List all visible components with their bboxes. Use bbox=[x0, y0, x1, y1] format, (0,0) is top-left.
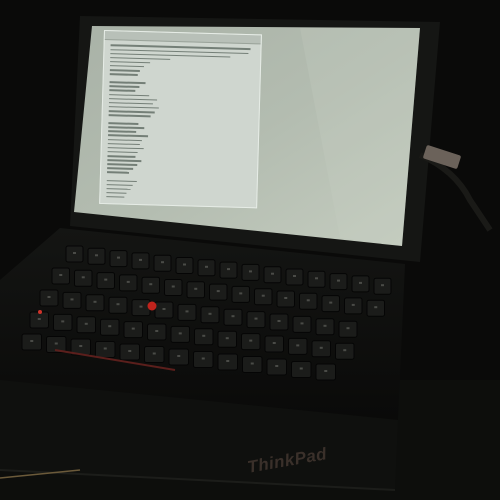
key-legend-mark bbox=[271, 272, 274, 275]
key-legend-mark bbox=[81, 276, 85, 279]
key-legend-mark bbox=[315, 277, 318, 280]
key-legend-mark bbox=[37, 318, 41, 320]
key-legend-mark bbox=[54, 342, 58, 345]
key-legend-mark bbox=[103, 347, 107, 350]
text-line-ink bbox=[107, 171, 130, 174]
text-line-ink bbox=[109, 69, 140, 72]
key-legend-mark bbox=[59, 274, 63, 276]
key-legend-mark bbox=[225, 337, 229, 340]
key-legend-mark bbox=[249, 270, 252, 273]
key-legend-mark bbox=[381, 284, 384, 287]
text-line-ink bbox=[108, 114, 151, 117]
key-legend-mark bbox=[183, 263, 186, 266]
key-legend-mark bbox=[346, 327, 350, 330]
key-legend-mark bbox=[337, 279, 340, 282]
key-legend-mark bbox=[343, 349, 347, 352]
key-legend-mark bbox=[284, 297, 288, 299]
key-legend-mark bbox=[177, 355, 181, 357]
key-legend-mark bbox=[261, 294, 265, 297]
key-legend-mark bbox=[161, 261, 164, 264]
key-legend-mark bbox=[277, 320, 281, 322]
key-legend-mark bbox=[208, 312, 212, 315]
key-legend-mark bbox=[296, 344, 300, 347]
key-legend-mark bbox=[95, 254, 98, 257]
key-legend-mark bbox=[329, 301, 333, 304]
key-legend-mark bbox=[171, 285, 175, 288]
key-legend-mark bbox=[162, 308, 166, 310]
key-legend-mark bbox=[194, 287, 198, 290]
key-legend-mark bbox=[216, 290, 220, 293]
key-legend-mark bbox=[299, 367, 303, 370]
key-legend-mark bbox=[201, 357, 205, 360]
key-legend-mark bbox=[47, 296, 51, 298]
key-legend-mark bbox=[30, 340, 34, 342]
key-legend-mark bbox=[351, 303, 355, 306]
key-legend-mark bbox=[116, 303, 120, 306]
key-legend-mark bbox=[293, 275, 296, 277]
key-legend-mark bbox=[139, 305, 143, 308]
key-legend-mark bbox=[324, 370, 328, 372]
key-legend-mark bbox=[178, 332, 182, 335]
key-legend-mark bbox=[149, 283, 153, 286]
trackpoint bbox=[147, 301, 157, 311]
text-line-ink bbox=[106, 196, 125, 199]
key-legend-mark bbox=[108, 325, 112, 328]
text-window bbox=[99, 30, 262, 209]
key-legend-mark bbox=[226, 360, 230, 362]
key-legend-mark bbox=[79, 345, 83, 347]
text-line-ink bbox=[109, 65, 145, 68]
key-legend-mark bbox=[70, 298, 74, 301]
status-led bbox=[38, 310, 42, 314]
text-line-ink bbox=[107, 150, 138, 154]
key-legend-mark bbox=[275, 365, 279, 367]
key-legend-mark bbox=[61, 320, 65, 323]
key-legend-mark bbox=[126, 280, 130, 283]
key-legend-mark bbox=[319, 346, 323, 349]
key-legend-mark bbox=[93, 300, 97, 303]
key-legend-mark bbox=[73, 252, 76, 254]
key-legend-mark bbox=[128, 350, 132, 352]
key-legend-mark bbox=[374, 306, 378, 309]
key-legend-mark bbox=[323, 324, 327, 327]
window-text-body bbox=[100, 40, 260, 203]
key-legend-mark bbox=[272, 342, 276, 344]
key-legend-mark bbox=[306, 299, 310, 302]
key-legend-mark bbox=[84, 322, 88, 325]
key-legend-mark bbox=[117, 256, 120, 259]
key-legend-mark bbox=[250, 362, 254, 365]
key-legend-mark bbox=[227, 268, 230, 271]
key-legend-mark bbox=[254, 317, 258, 320]
key-legend-mark bbox=[185, 310, 189, 313]
key-legend-mark bbox=[300, 322, 304, 325]
key-legend-mark bbox=[131, 327, 135, 330]
key-legend-mark bbox=[104, 278, 108, 281]
key-legend-mark bbox=[152, 352, 156, 355]
key-legend-mark bbox=[359, 281, 362, 284]
key-legend-mark bbox=[155, 330, 159, 332]
key-legend-mark bbox=[139, 258, 142, 261]
key-legend-mark bbox=[231, 315, 235, 318]
laptop-photo-scene: ThinkPad bbox=[0, 0, 500, 500]
text-line-ink bbox=[109, 73, 138, 76]
text-line-ink bbox=[107, 155, 136, 158]
key-legend-mark bbox=[249, 339, 253, 342]
key-legend-mark bbox=[205, 265, 208, 268]
key-legend-mark bbox=[202, 334, 206, 337]
key-legend-mark bbox=[239, 292, 243, 295]
